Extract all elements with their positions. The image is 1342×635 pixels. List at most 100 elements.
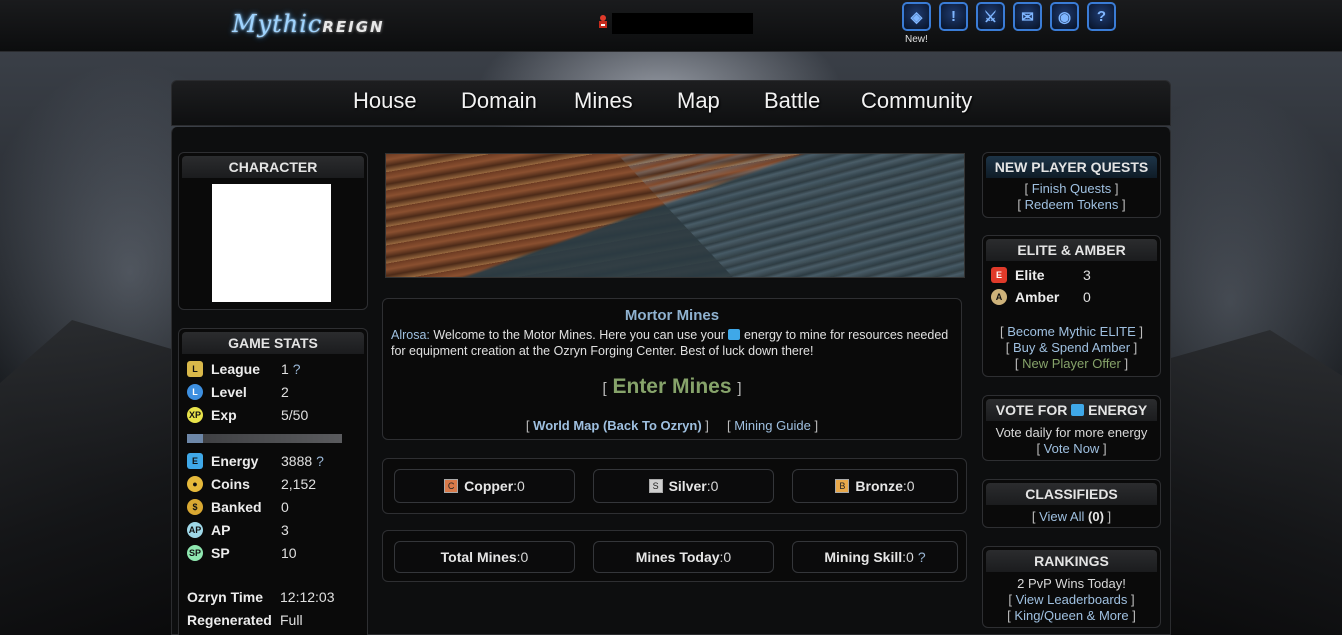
view-all-classifieds-link[interactable]: View All xyxy=(1039,509,1084,524)
total-mines-box: Total Mines: 0 xyxy=(394,541,575,573)
exp-progress-fill xyxy=(187,434,203,443)
stat-level: L Level 2 xyxy=(187,383,289,401)
logo-text-mythic: Mythic xyxy=(232,10,323,38)
copper-box: C Copper: 0 xyxy=(394,469,575,503)
mine-description: Alrosa: Welcome to the Motor Mines. Here… xyxy=(391,328,949,358)
world-map-link[interactable]: World Map (Back To Ozryn) xyxy=(533,418,702,433)
stat-exp: XP Exp 5/50 xyxy=(187,407,309,423)
enter-mines-wrap: [ Enter Mines ] xyxy=(602,375,742,398)
user-icon xyxy=(599,15,607,28)
elite-amber-title: ELITE & AMBER xyxy=(986,239,1157,261)
rankings-title: RANKINGS xyxy=(986,550,1157,572)
top-icon-bar: ◈ ! ⚔ ✉ ◉ ? xyxy=(902,2,1116,31)
stat-regenerated: Regenerated Full xyxy=(187,612,303,628)
become-elite-link[interactable]: Become Mythic ELITE xyxy=(1007,324,1136,339)
league-icon: L xyxy=(187,361,203,377)
main-nav: House Domain Mines Map Battle Community xyxy=(171,80,1171,126)
mine-info-panel: Mortor Mines Alrosa: Welcome to the Moto… xyxy=(382,298,962,440)
quests-panel: NEW PLAYER QUESTS [ Finish Quests ] [ Re… xyxy=(982,152,1161,218)
exp-progress-bar xyxy=(187,434,342,443)
mines-today-box: Mines Today: 0 xyxy=(593,541,774,573)
character-portrait[interactable] xyxy=(212,184,331,302)
amber-icon: A xyxy=(991,289,1007,305)
classifieds-panel: CLASSIFIEDS [ View All (0) ] xyxy=(982,479,1161,528)
mine-title: Mortor Mines xyxy=(624,307,720,324)
stat-ap: AP AP 3 xyxy=(187,522,289,538)
nav-map[interactable]: Map xyxy=(677,88,720,114)
mail-icon[interactable]: ✉ xyxy=(1013,2,1042,31)
king-queen-link[interactable]: King/Queen & More xyxy=(1014,608,1128,623)
mining-skill-help[interactable]: ? xyxy=(918,549,926,565)
mine-links: [ World Map (Back To Ozryn) ] [ Mining G… xyxy=(525,418,819,433)
level-icon: L xyxy=(187,384,203,400)
nav-domain[interactable]: Domain xyxy=(461,88,537,114)
redeem-tokens-link[interactable]: Redeem Tokens xyxy=(1025,197,1119,212)
game-stats-panel: GAME STATS L League 1 ? L Level 2 XP Exp… xyxy=(178,328,368,635)
stat-coins: ● Coins 2,152 xyxy=(187,475,316,493)
game-stats-title: GAME STATS xyxy=(182,332,364,354)
nav-battle[interactable]: Battle xyxy=(764,88,820,114)
banked-icon: $ xyxy=(187,499,203,515)
stat-sp: SP SP 10 xyxy=(187,545,297,561)
mine-banner-image xyxy=(385,153,965,278)
mining-guide-link[interactable]: Mining Guide xyxy=(734,418,811,433)
top-bar: MythicREIGN ◈ ! ⚔ ✉ ◉ ? New! xyxy=(0,0,1342,52)
finish-quests-link[interactable]: Finish Quests xyxy=(1032,181,1111,196)
energy-inline-icon xyxy=(1071,404,1085,416)
view-leaderboards-link[interactable]: View Leaderboards xyxy=(1016,592,1128,607)
elite-amber-panel: ELITE & AMBER E Elite 3 A Amber 0 [ Beco… xyxy=(982,235,1161,377)
nav-community[interactable]: Community xyxy=(861,88,972,114)
ap-icon: AP xyxy=(187,522,203,538)
stat-league: L League 1 ? xyxy=(187,360,301,378)
mining-stats-panel: Total Mines: 0 Mines Today: 0 Mining Ski… xyxy=(382,530,967,582)
rankings-panel: RANKINGS 2 PvP Wins Today! [ View Leader… xyxy=(982,546,1161,628)
vote-text: Vote daily for more energy xyxy=(995,425,1148,440)
alert-icon[interactable]: ! xyxy=(939,2,968,31)
nav-house[interactable]: House xyxy=(353,88,417,114)
pvp-wins-text: 2 PvP Wins Today! xyxy=(1017,576,1126,591)
exp-icon: XP xyxy=(187,407,203,423)
background-rock-left xyxy=(0,320,180,635)
league-help[interactable]: ? xyxy=(293,361,301,377)
nav-mines[interactable]: Mines xyxy=(574,88,633,114)
silver-box: S Silver: 0 xyxy=(593,469,774,503)
sp-icon: SP xyxy=(187,545,203,561)
new-player-offer-link[interactable]: New Player Offer xyxy=(1022,356,1121,371)
bronze-box: B Bronze: 0 xyxy=(792,469,958,503)
stat-ozryn-time: Ozryn Time 12:12:03 xyxy=(187,589,335,605)
energy-inline-icon xyxy=(728,329,741,340)
quests-title: NEW PLAYER QUESTS xyxy=(986,156,1157,178)
new-badge: New! xyxy=(905,34,928,45)
amber-row: A Amber 0 xyxy=(991,288,1091,306)
elite-icon: E xyxy=(991,267,1007,283)
stat-banked: $ Banked 0 xyxy=(187,498,289,516)
npc-name: Alrosa: xyxy=(391,328,430,342)
help-icon[interactable]: ? xyxy=(1087,2,1116,31)
classifieds-count: (0) xyxy=(1088,509,1104,524)
resources-panel: C Copper: 0 S Silver: 0 B Bronze: 0 xyxy=(382,458,967,514)
energy-icon: E xyxy=(187,453,203,469)
bronze-icon: B xyxy=(835,479,850,493)
compass-icon[interactable]: ◈ xyxy=(902,2,931,31)
mining-skill-box: Mining Skill: 0? xyxy=(792,541,958,573)
background-rock-right xyxy=(1162,330,1342,635)
vote-title: VOTE FOR ENERGY xyxy=(986,399,1157,421)
logo-text-reign: REIGN xyxy=(322,18,385,36)
character-title: CHARACTER xyxy=(182,156,364,178)
energy-help[interactable]: ? xyxy=(316,453,324,469)
elite-row: E Elite 3 xyxy=(991,266,1091,284)
site-logo[interactable]: MythicREIGN xyxy=(232,10,385,40)
username-box[interactable] xyxy=(612,13,753,34)
enter-mines-link[interactable]: Enter Mines xyxy=(612,375,731,398)
sword-icon[interactable]: ⚔ xyxy=(976,2,1005,31)
buy-amber-link[interactable]: Buy & Spend Amber xyxy=(1013,340,1130,355)
stat-energy: E Energy 3888 ? xyxy=(187,452,324,470)
coins-icon: ● xyxy=(187,476,203,492)
copper-icon: C xyxy=(444,479,459,493)
settings-icon[interactable]: ◉ xyxy=(1050,2,1079,31)
classifieds-title: CLASSIFIEDS xyxy=(986,483,1157,505)
vote-now-link[interactable]: Vote Now xyxy=(1044,441,1100,456)
character-panel: CHARACTER xyxy=(178,152,368,310)
silver-icon: S xyxy=(648,479,663,493)
vote-panel: VOTE FOR ENERGY Vote daily for more ener… xyxy=(982,395,1161,461)
